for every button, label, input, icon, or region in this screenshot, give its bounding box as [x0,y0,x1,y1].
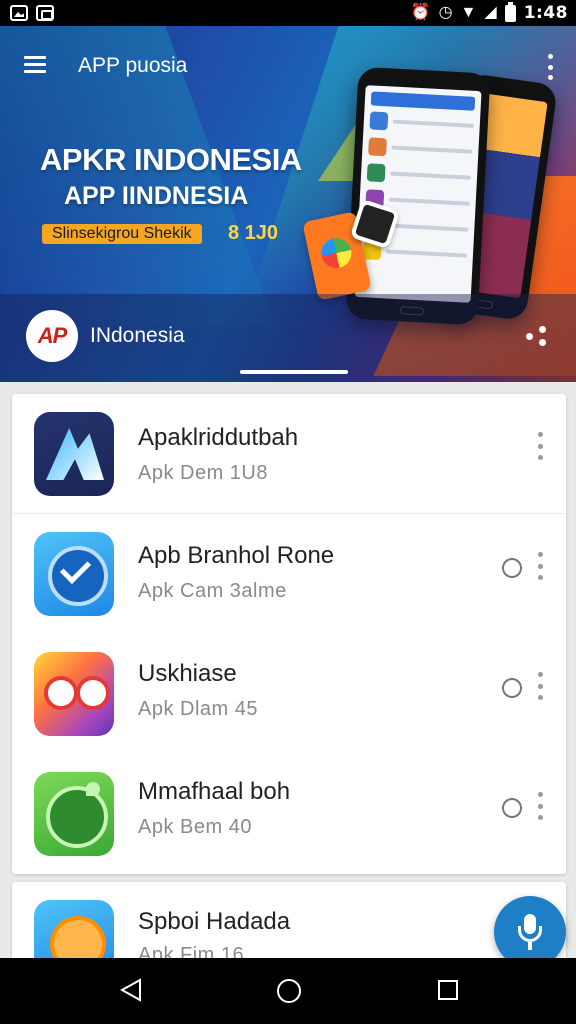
item-title: Spboi Hadada [138,908,291,935]
item-radio[interactable] [502,558,522,578]
item-title: Apaklriddutbah [138,424,299,451]
item-subtitle: Apk Cam 3alme [138,580,287,602]
banner-subtitle: APP IINDNESIA [64,182,249,210]
item-subtitle: Apk Dlam 45 [138,698,258,720]
item-more-icon[interactable] [536,552,544,580]
item-radio[interactable] [502,798,522,818]
wifi-icon: ▼ [460,4,477,21]
share-icon[interactable] [526,326,546,346]
item-subtitle: Apk Bem 40 [138,816,252,838]
navigation-bar [0,958,576,1024]
list-item[interactable]: Mmafhaal boh Apk Bem 40 [12,754,566,874]
app-header: APP puosia APKR INDONESIA APP IINDNESIA … [0,26,576,382]
check-badge-icon [34,532,114,616]
gallery-icon [10,5,28,21]
list-item[interactable]: Uskhiase Apk Dlam 45 [12,634,566,754]
recents-icon[interactable] [437,979,459,1001]
banner-title: APKR INDONESIA [40,142,302,177]
overflow-menu-icon[interactable] [546,54,554,80]
item-radio[interactable] [502,678,522,698]
list-item[interactable]: Apb Branhol Rone Apk Cam 3alme [12,514,566,634]
glasses-face-icon [34,652,114,736]
alarm-icon: ⏰ [410,4,431,21]
status-bar: ⏰ ◷ ▼ ◢ 1:48 [0,0,576,26]
item-more-icon[interactable] [536,792,544,820]
item-more-icon[interactable] [536,672,544,700]
signal-icon: ◢ [484,4,497,21]
app-list-card: Apaklriddutbah Apk Dem 1U8 Apb Branhol R… [12,394,566,874]
nfc-icon [36,5,54,21]
app-title: APP puosia [78,54,188,77]
back-icon[interactable] [120,978,142,1002]
banner-tag-secondary: 8 1J0 [228,222,279,244]
clock-icon: ◷ [438,4,453,21]
list-item[interactable]: Apaklriddutbah Apk Dem 1U8 [12,394,566,514]
item-title: Uskhiase [138,660,237,687]
menu-icon[interactable] [24,56,46,74]
battery-icon [504,1,516,22]
banner-tag: Slinsekigrou Shekik [42,224,202,244]
region-logo: AP [26,310,78,362]
item-more-icon[interactable] [536,432,544,460]
arrow-logo-icon [34,412,114,496]
region-bar [0,294,576,382]
item-subtitle: Apk Dem 1U8 [138,462,268,484]
home-icon[interactable] [276,978,302,1004]
item-title: Apb Branhol Rone [138,542,335,569]
chat-bubble-icon [34,772,114,856]
item-title: Mmafhaal boh [138,778,291,805]
region-label: INdonesia [90,324,185,347]
drag-handle[interactable] [240,370,348,374]
status-time: 1:48 [523,3,568,23]
